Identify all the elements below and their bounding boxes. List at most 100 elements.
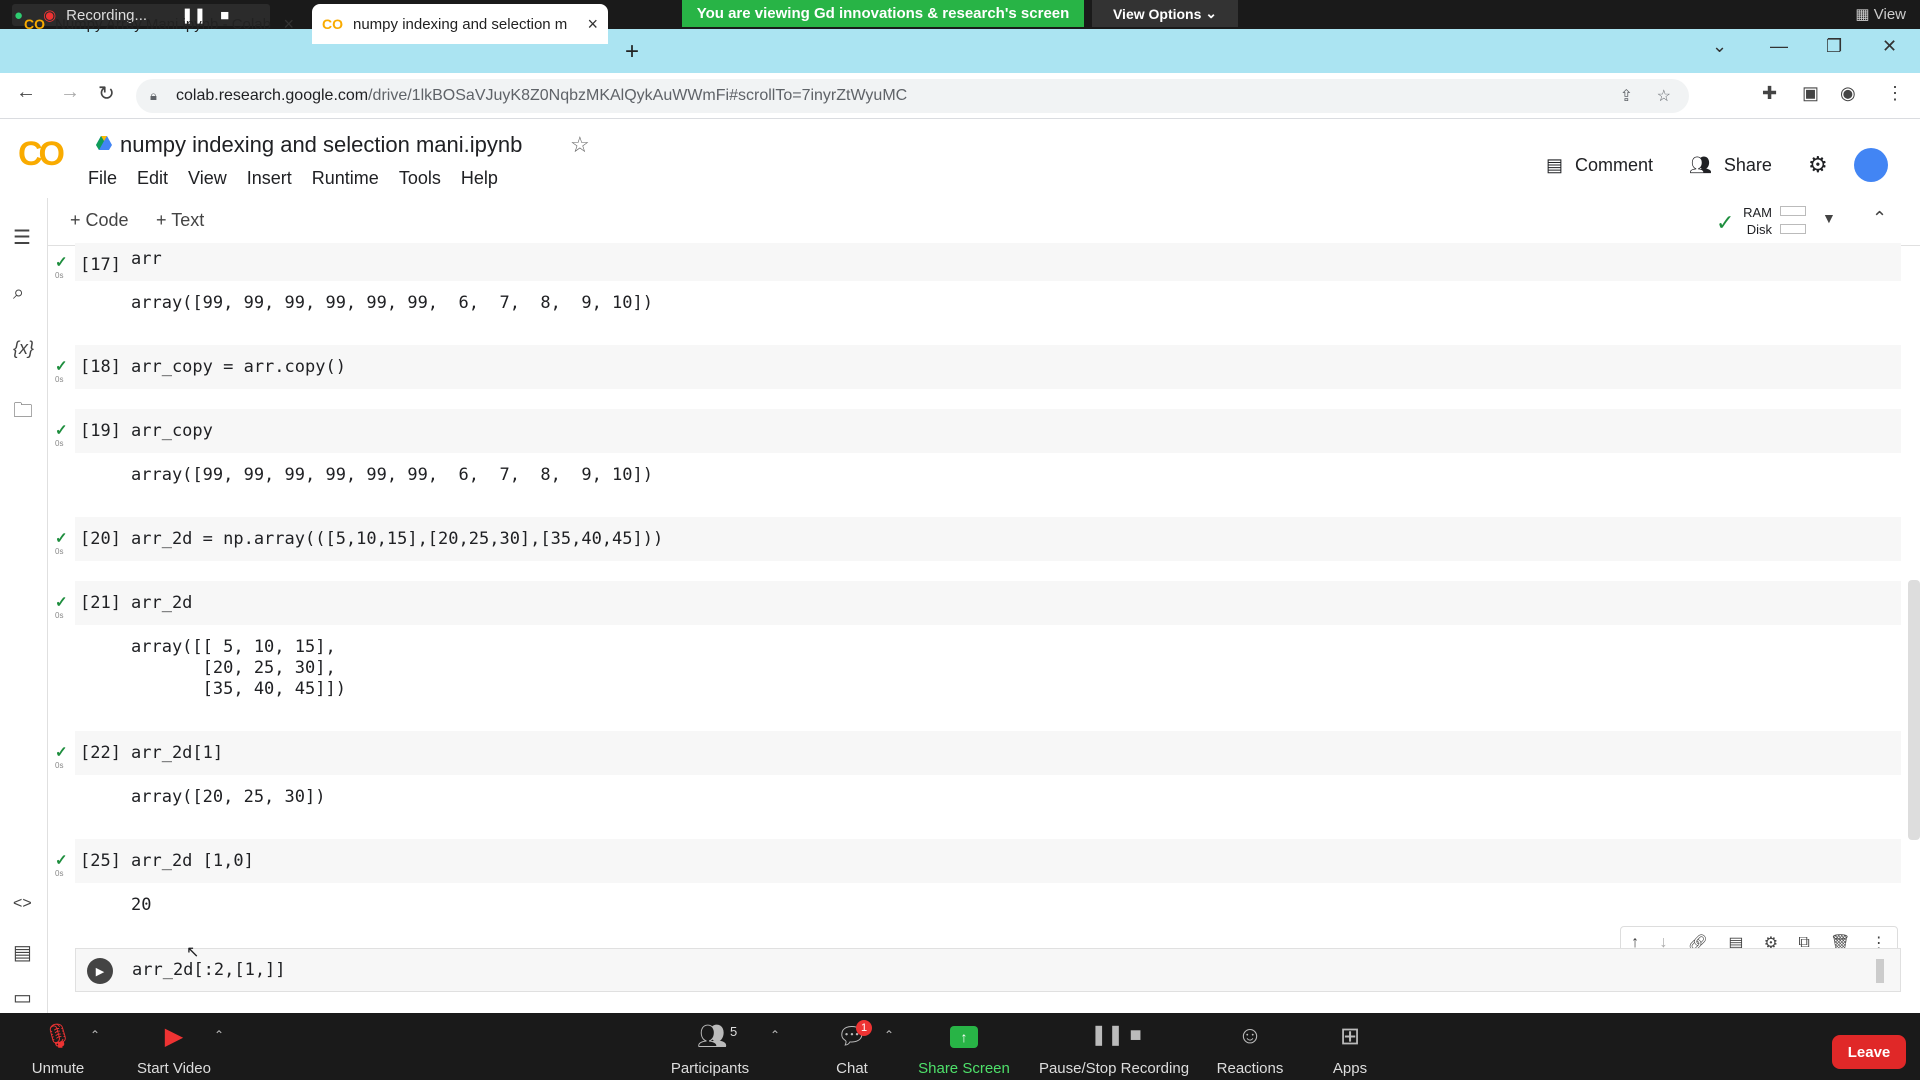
menu-view[interactable]: View [188, 168, 227, 189]
cell-code-area[interactable] [75, 581, 1901, 625]
chat-caret-icon[interactable]: ⌃ [884, 1028, 894, 1042]
video-off-icon[interactable]: ▶︎ [152, 1022, 196, 1051]
pause-stop-recording-button[interactable]: Pause/Stop Recording [1030, 1060, 1198, 1077]
share-button[interactable]: 👥︎ Share [1689, 155, 1772, 176]
profile-avatar-icon[interactable]: ◉ [1840, 83, 1856, 104]
comment-button[interactable]: ▤ Comment [1546, 155, 1653, 176]
code-cell-21[interactable]: ✓ 0s [21] arr_2d array([[ 5, 10, 15], [2… [55, 581, 1901, 709]
left-sidebar [0, 198, 48, 1013]
code-cell-18[interactable]: ✓ 0s [18] arr_copy = arr.copy() [55, 345, 1901, 389]
add-text-cell-button[interactable]: + Text [156, 210, 204, 231]
cell-code[interactable]: arr_2d [1,0] [131, 851, 254, 871]
cell-code[interactable]: arr_copy [131, 421, 213, 441]
chat-button[interactable]: Chat [820, 1060, 884, 1077]
zoom-view-button[interactable]: ▦ View [1855, 5, 1906, 23]
muted-mic-icon[interactable]: 🎙︎ [36, 1022, 80, 1051]
close-tab-icon[interactable]: × [283, 14, 294, 35]
add-code-cell-button[interactable]: + Code [70, 210, 129, 231]
close-tab-icon[interactable]: × [587, 14, 598, 35]
cell-code-area[interactable] [75, 345, 1901, 389]
code-cell-22[interactable]: ✓ 0s [22] arr_2d[1] array([20, 25, 30]) [55, 731, 1901, 827]
resource-monitor[interactable]: RAM Disk [1740, 204, 1772, 238]
side-panel-icon[interactable]: ▣ [1802, 83, 1819, 104]
cell-code-input[interactable]: arr_2d[:2,[1,]] [132, 960, 286, 980]
close-window-icon[interactable]: ✕ [1882, 36, 1897, 57]
ram-meter [1780, 206, 1806, 216]
menu-insert[interactable]: Insert [247, 168, 292, 189]
participants-caret-icon[interactable]: ⌃ [770, 1028, 780, 1042]
extensions-icon[interactable]: ✚ [1762, 83, 1777, 104]
cell-code-area[interactable] [75, 839, 1901, 883]
tab-numpy-array-mani[interactable]: CO Numpy Array Mani.ipynb - Colab × [14, 4, 304, 44]
star-notebook-icon[interactable]: ☆ [570, 132, 590, 158]
table-of-contents-icon[interactable]: ☰ [13, 225, 31, 250]
share-page-icon[interactable]: ⇪ [1620, 86, 1633, 106]
cell-scrollbar[interactable] [1876, 959, 1884, 983]
notebook-scrollbar[interactable] [1908, 580, 1920, 840]
chrome-menu-icon[interactable]: ⋮ [1886, 83, 1904, 104]
video-options-caret-icon[interactable]: ⌃ [214, 1028, 224, 1042]
cell-code[interactable]: arr [131, 249, 162, 269]
search-icon[interactable]: ⌕ [13, 282, 24, 305]
cell-code[interactable]: arr_2d [131, 593, 192, 613]
exec-time: 0s [55, 271, 64, 280]
colab-logo[interactable]: CO [18, 135, 65, 174]
cell-code[interactable]: arr_copy = arr.copy() [131, 357, 346, 377]
runtime-dropdown-icon[interactable]: ▼ [1822, 210, 1836, 226]
collapse-header-icon[interactable]: ⌃ [1872, 208, 1887, 229]
reload-icon[interactable]: ↻ [98, 81, 115, 106]
bookmark-star-icon[interactable]: ☆ [1657, 86, 1671, 106]
active-code-cell[interactable]: ▶ arr_2d[:2,[1,]] [75, 948, 1901, 992]
code-snippets-icon[interactable]: <> [13, 895, 32, 913]
participants-button[interactable]: Participants [660, 1060, 760, 1077]
start-video-button[interactable]: Start Video [126, 1060, 222, 1077]
variables-icon[interactable]: {x} [13, 338, 34, 359]
code-cell-20[interactable]: ✓ 0s [20] arr_2d = np.array(([5,10,15],[… [55, 517, 1901, 561]
menu-help[interactable]: Help [461, 168, 498, 189]
share-screen-arrow-icon[interactable]: ↑ [950, 1026, 978, 1048]
restore-icon[interactable]: ❐ [1826, 36, 1842, 57]
settings-gear-icon[interactable]: ⚙ [1808, 152, 1828, 178]
menu-tools[interactable]: Tools [399, 168, 441, 189]
menu-edit[interactable]: Edit [137, 168, 168, 189]
address-bar[interactable]: 🔒︎ colab.research.google.com/drive/1lkBO… [136, 79, 1689, 113]
cell-code-area[interactable] [75, 243, 1901, 281]
back-icon[interactable]: ← [16, 81, 36, 104]
google-drive-icon[interactable] [96, 136, 112, 150]
cell-output: array([[ 5, 10, 15], [20, 25, 30], [35, … [131, 637, 346, 699]
pause-stop-icon[interactable]: ❚❚ ■ [1082, 1022, 1150, 1047]
new-tab-icon[interactable]: + [625, 38, 639, 66]
tab-numpy-indexing[interactable]: CO numpy indexing and selection m × [312, 4, 608, 44]
participants-icon[interactable]: 👥︎ [690, 1022, 734, 1051]
unmute-button[interactable]: Unmute [18, 1060, 98, 1077]
command-palette-icon[interactable]: ▤ [13, 940, 32, 965]
share-screen-button[interactable]: Share Screen [914, 1060, 1014, 1077]
leave-button[interactable]: Leave [1832, 1035, 1906, 1069]
cell-code-area[interactable] [75, 731, 1901, 775]
cell-code-area[interactable] [75, 409, 1901, 453]
code-cell-25[interactable]: ✓ 0s [25] arr_2d [1,0] 20 [55, 839, 1901, 935]
apps-button[interactable]: Apps [1318, 1060, 1382, 1077]
run-cell-button[interactable]: ▶ [87, 958, 113, 984]
execution-count: [17] [80, 255, 121, 275]
menu-runtime[interactable]: Runtime [312, 168, 379, 189]
view-options-button[interactable]: View Options ⌄ [1092, 0, 1238, 27]
reactions-smiley-icon[interactable]: ☺ [1228, 1022, 1272, 1050]
tab-search-icon[interactable]: ⌄ [1712, 36, 1727, 57]
code-cell-17[interactable]: ✓ 0s [17] arr array([99, 99, 99, 99, 99,… [55, 243, 1901, 339]
apps-icon[interactable]: ⊞ [1328, 1022, 1372, 1051]
cell-code[interactable]: arr_2d = np.array(([5,10,15],[20,25,30],… [131, 529, 663, 549]
minimize-icon[interactable]: — [1770, 36, 1788, 57]
run-status-check-icon: ✓ [55, 358, 68, 375]
reactions-button[interactable]: Reactions [1208, 1060, 1292, 1077]
menu-file[interactable]: File [88, 168, 117, 189]
view-options-label: View Options [1112, 5, 1202, 22]
cell-code[interactable]: arr_2d[1] [131, 743, 223, 763]
files-folder-icon[interactable]: 🗀︎ [13, 396, 33, 430]
forward-icon[interactable]: → [60, 81, 80, 104]
terminal-icon[interactable]: ▭ [13, 985, 32, 1010]
code-cell-19[interactable]: ✓ 0s [19] arr_copy array([99, 99, 99, 99… [55, 409, 1901, 505]
account-avatar[interactable] [1853, 148, 1888, 182]
notebook-title[interactable]: numpy indexing and selection mani.ipynb [120, 132, 522, 158]
audio-options-caret-icon[interactable]: ⌃ [90, 1028, 100, 1042]
